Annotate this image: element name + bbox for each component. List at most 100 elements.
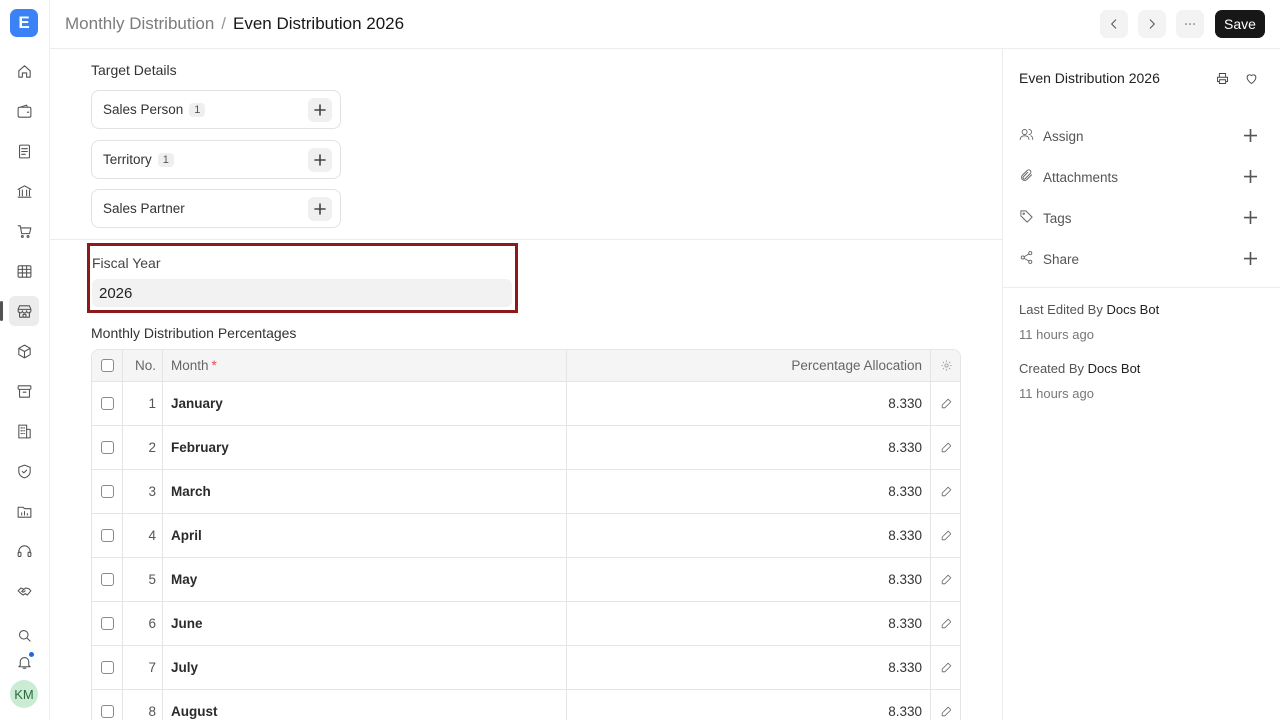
month-cell[interactable]: May — [163, 558, 567, 601]
plus-icon[interactable] — [1243, 169, 1258, 186]
distribution-table-title: Monthly Distribution Percentages — [91, 325, 297, 341]
add-sales-person-button[interactable] — [308, 98, 332, 122]
row-number: 1 — [123, 382, 163, 425]
heart-icon[interactable] — [1242, 69, 1260, 87]
edit-row-button[interactable] — [931, 690, 960, 720]
store-icon[interactable] — [0, 296, 39, 326]
edit-row-button[interactable] — [931, 558, 960, 601]
cart-icon[interactable] — [9, 216, 39, 246]
table-row[interactable]: 8 August 8.330 — [92, 690, 960, 720]
month-cell[interactable]: August — [163, 690, 567, 720]
month-cell[interactable]: June — [163, 602, 567, 645]
target-label-text: Sales Partner — [103, 201, 185, 216]
plus-icon[interactable] — [1243, 210, 1258, 227]
table-row[interactable]: 1 January 8.330 — [92, 382, 960, 426]
percentage-cell[interactable]: 8.330 — [567, 602, 931, 645]
table-row[interactable]: 6 June 8.330 — [92, 602, 960, 646]
month-cell[interactable]: April — [163, 514, 567, 557]
target-sales-partner[interactable]: Sales Partner — [91, 189, 341, 228]
created-by[interactable]: Docs Bot — [1088, 361, 1141, 376]
save-button[interactable]: Save — [1215, 10, 1265, 38]
add-territory-button[interactable] — [308, 148, 332, 172]
print-icon[interactable] — [1213, 69, 1231, 87]
home-icon[interactable] — [9, 56, 39, 86]
archive-icon[interactable] — [9, 376, 39, 406]
percentage-cell[interactable]: 8.330 — [567, 646, 931, 689]
app-logo[interactable]: E — [10, 9, 38, 37]
table-row[interactable]: 3 March 8.330 — [92, 470, 960, 514]
edit-row-button[interactable] — [931, 602, 960, 645]
row-checkbox[interactable] — [100, 529, 114, 542]
row-checkbox[interactable] — [100, 573, 114, 586]
row-checkbox[interactable] — [100, 705, 114, 718]
headset-icon[interactable] — [9, 536, 39, 566]
row-number: 6 — [123, 602, 163, 645]
month-cell[interactable]: February — [163, 426, 567, 469]
row-checkbox[interactable] — [100, 397, 114, 410]
edit-row-button[interactable] — [931, 426, 960, 469]
row-number: 4 — [123, 514, 163, 557]
document-icon[interactable] — [9, 136, 39, 166]
percentage-cell[interactable]: 8.330 — [567, 558, 931, 601]
bell-icon[interactable] — [9, 647, 39, 677]
row-checkbox[interactable] — [100, 661, 114, 674]
share-action[interactable]: Share — [1019, 247, 1267, 271]
wallet-icon[interactable] — [9, 96, 39, 126]
table-icon[interactable] — [9, 256, 39, 286]
more-actions-button[interactable] — [1176, 10, 1204, 38]
month-value: January — [171, 396, 223, 411]
shield-icon[interactable] — [9, 456, 39, 486]
target-label-sales-person: Sales Person 1 — [103, 102, 206, 117]
month-cell[interactable]: March — [163, 470, 567, 513]
distribution-table: No. Month * Percentage Allocation 1 Janua… — [91, 349, 961, 720]
percentage-cell[interactable]: 8.330 — [567, 470, 931, 513]
target-sales-person[interactable]: Sales Person 1 — [91, 90, 341, 129]
target-label-sales-partner: Sales Partner — [103, 201, 185, 216]
avatar[interactable]: KM — [10, 680, 38, 708]
fiscal-year-input[interactable]: 2026 — [92, 279, 512, 307]
add-sales-partner-button[interactable] — [308, 197, 332, 221]
select-all-checkbox[interactable] — [100, 359, 114, 372]
table-row[interactable]: 4 April 8.330 — [92, 514, 960, 558]
pencil-icon — [941, 706, 952, 717]
last-edited-by[interactable]: Docs Bot — [1106, 302, 1159, 317]
table-row[interactable]: 5 May 8.330 — [92, 558, 960, 602]
breadcrumb-parent-link[interactable]: Monthly Distribution — [65, 14, 214, 34]
row-checkbox[interactable] — [100, 617, 114, 630]
package-icon[interactable] — [9, 336, 39, 366]
handshake-icon[interactable] — [9, 576, 39, 606]
target-territory[interactable]: Territory 1 — [91, 140, 341, 179]
bank-icon[interactable] — [9, 176, 39, 206]
table-row[interactable]: 7 July 8.330 — [92, 646, 960, 690]
percentage-cell[interactable]: 8.330 — [567, 690, 931, 720]
row-checkbox[interactable] — [100, 485, 114, 498]
paperclip-icon — [1019, 168, 1034, 186]
next-record-button[interactable] — [1138, 10, 1166, 38]
edit-row-button[interactable] — [931, 470, 960, 513]
percentage-value: 8.330 — [888, 484, 922, 499]
edit-row-button[interactable] — [931, 514, 960, 557]
percentage-value: 8.330 — [888, 396, 922, 411]
month-cell[interactable]: January — [163, 382, 567, 425]
month-cell[interactable]: July — [163, 646, 567, 689]
tags-action[interactable]: Tags — [1019, 206, 1267, 230]
attachments-action[interactable]: Attachments — [1019, 165, 1267, 189]
user-icon — [1019, 127, 1034, 145]
row-checkbox[interactable] — [100, 441, 114, 454]
edit-row-button[interactable] — [931, 382, 960, 425]
previous-record-button[interactable] — [1100, 10, 1128, 38]
plus-icon[interactable] — [1243, 251, 1258, 268]
search-icon[interactable] — [9, 620, 39, 650]
side-panel-title: Even Distribution 2026 — [1019, 70, 1160, 86]
percentage-cell[interactable]: 8.330 — [567, 426, 931, 469]
column-settings-button[interactable] — [931, 350, 960, 381]
building-icon[interactable] — [9, 416, 39, 446]
plus-icon[interactable] — [1243, 128, 1258, 145]
folder-chart-icon[interactable] — [9, 496, 39, 526]
percentage-cell[interactable]: 8.330 — [567, 514, 931, 557]
edit-row-button[interactable] — [931, 646, 960, 689]
assign-action[interactable]: Assign — [1019, 124, 1267, 148]
table-row[interactable]: 2 February 8.330 — [92, 426, 960, 470]
side-panel-divider — [1003, 287, 1280, 288]
percentage-cell[interactable]: 8.330 — [567, 382, 931, 425]
